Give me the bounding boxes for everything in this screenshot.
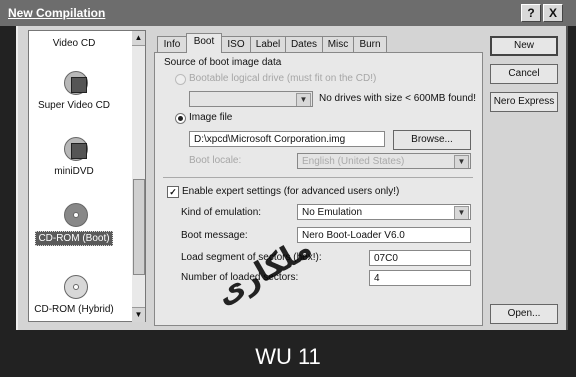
title-bar: New Compilation ? X	[0, 0, 576, 26]
list-item-label: Super Video CD	[37, 100, 111, 111]
cancel-button[interactable]: Cancel	[490, 64, 558, 84]
emulation-label: Kind of emulation:	[181, 207, 262, 218]
image-file-radio[interactable]	[175, 113, 186, 124]
drive-select[interactable]: ▼	[189, 91, 313, 107]
list-item-label: Video CD	[52, 38, 96, 49]
bootable-drive-label: Bootable logical drive (must fit on the …	[189, 73, 377, 84]
no-drives-text: No drives with size < 600MB found!	[319, 93, 477, 104]
scrollbar-thumb[interactable]	[133, 179, 145, 275]
help-button[interactable]: ?	[521, 4, 541, 22]
emulation-value: No Emulation	[302, 207, 363, 218]
list-item-cd-rom-boot[interactable]: CD-ROM (Boot)	[29, 201, 119, 246]
expert-settings-label: Enable expert settings (for advanced use…	[182, 186, 400, 197]
boot-locale-select[interactable]: English (United States) ▼	[297, 153, 471, 169]
boot-message-label: Boot message:	[181, 230, 248, 241]
list-item-minidvd[interactable]: miniDVD	[29, 135, 119, 178]
boot-locale-value: English (United States)	[302, 156, 405, 167]
list-item-label: CD-ROM (Hybrid)	[34, 304, 114, 315]
section-title: Source of boot image data	[164, 57, 282, 68]
tab-iso[interactable]: ISO	[221, 36, 251, 52]
list-item-label: CD-ROM (Boot)	[35, 231, 113, 246]
list-item-cd-rom-hybrid[interactable]: CD-ROM (Hybrid)	[29, 273, 119, 316]
tab-info[interactable]: Info	[157, 36, 187, 52]
tab-boot[interactable]: Boot	[186, 33, 222, 53]
scroll-up-icon[interactable]: ▲	[132, 31, 145, 46]
scroll-down-icon[interactable]: ▼	[132, 307, 145, 322]
chevron-down-icon: ▼	[296, 93, 311, 106]
minidvd-icon	[61, 135, 88, 161]
new-compilation-dialog: Video CD Super Video CD miniDVD CD-ROM (…	[16, 26, 568, 330]
tab-dates[interactable]: Dates	[285, 36, 323, 52]
boot-locale-label: Boot locale:	[189, 155, 242, 166]
list-item-label: miniDVD	[54, 166, 94, 177]
new-button[interactable]: New	[490, 36, 558, 56]
close-button[interactable]: X	[543, 4, 563, 22]
expert-settings-checkbox[interactable]: ✓	[167, 186, 179, 198]
bootable-drive-radio[interactable]	[175, 74, 186, 85]
cd-rom-hybrid-icon	[61, 273, 88, 299]
num-sectors-input[interactable]: 4	[369, 270, 471, 286]
tab-burn[interactable]: Burn	[353, 36, 387, 52]
caption-text: WU 11	[255, 344, 321, 369]
nero-express-button[interactable]: Nero Express	[490, 92, 558, 112]
divider	[163, 177, 473, 178]
list-item-super-video-cd[interactable]: Super Video CD	[29, 69, 119, 112]
list-scrollbar[interactable]: ▲ ▼	[132, 30, 146, 322]
tab-misc[interactable]: Misc	[322, 36, 354, 52]
cd-rom-boot-icon	[61, 201, 88, 227]
boot-message-input[interactable]: Nero Boot-Loader V6.0	[297, 227, 471, 243]
open-button[interactable]: Open...	[490, 304, 558, 324]
boot-tab-panel: Source of boot image data Bootable logic…	[154, 52, 483, 326]
window-title: New Compilation	[8, 6, 106, 20]
emulation-select[interactable]: No Emulation ▼	[297, 204, 471, 220]
chevron-down-icon: ▼	[454, 206, 469, 219]
chevron-down-icon: ▼	[454, 155, 469, 168]
image-file-input[interactable]: D:\xpcd\Microsoft Corporation.img	[189, 131, 385, 147]
super-video-cd-icon	[61, 69, 88, 95]
browse-button[interactable]: Browse...	[393, 130, 471, 150]
tab-label[interactable]: Label	[250, 36, 286, 52]
compilation-type-list[interactable]: Video CD Super Video CD miniDVD CD-ROM (…	[28, 30, 134, 322]
load-segment-input[interactable]: 07C0	[369, 250, 471, 266]
list-item-video-cd[interactable]: Video CD	[29, 37, 119, 50]
image-file-label: Image file	[189, 112, 233, 123]
